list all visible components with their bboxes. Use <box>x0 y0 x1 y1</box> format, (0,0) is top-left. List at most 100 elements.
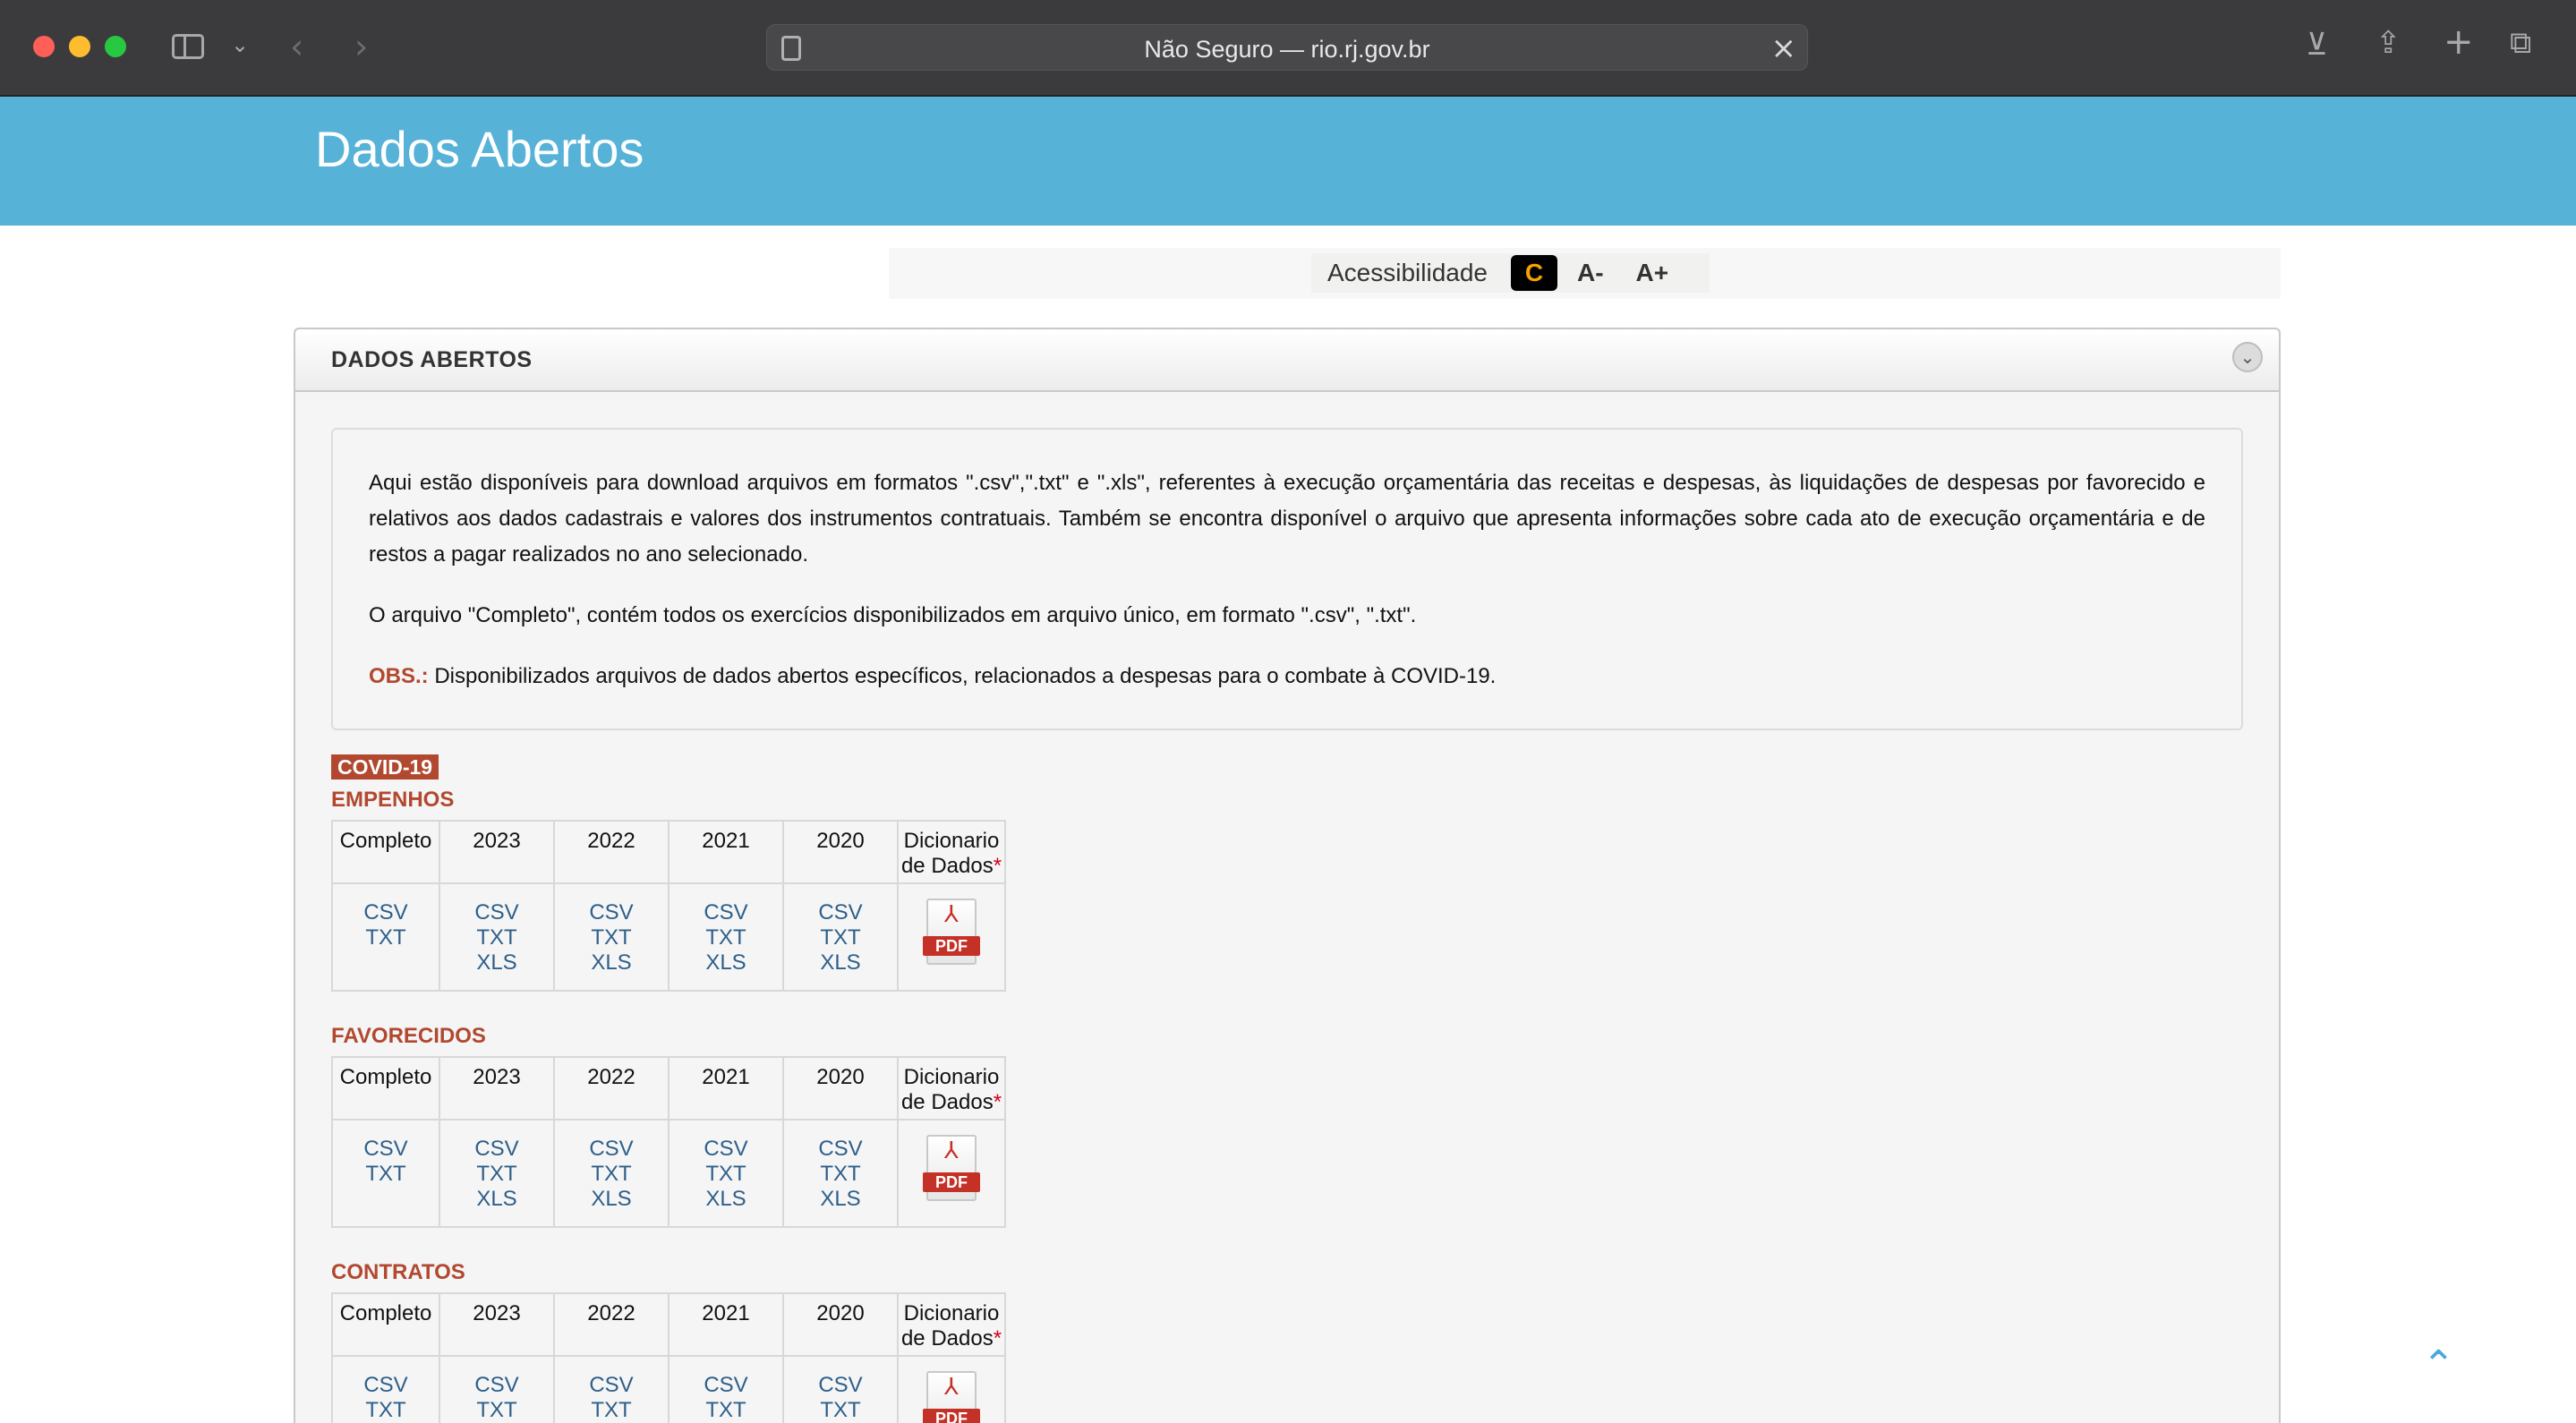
covid-badge: COVID-19 <box>331 754 439 780</box>
header-dictionary-line2: de Dados <box>900 1090 994 1114</box>
xls-link[interactable]: XLS <box>440 950 553 976</box>
csv-link[interactable]: CSV <box>670 1137 782 1162</box>
font-increase-button[interactable]: A+ <box>1636 259 1669 287</box>
csv-link[interactable]: CSV <box>670 1373 782 1398</box>
csv-link[interactable]: CSV <box>440 900 553 925</box>
contrast-button[interactable]: C <box>1511 255 1557 291</box>
close-icon[interactable]: × <box>1771 30 1797 66</box>
acrobat-icon: ⅄ <box>944 1374 959 1401</box>
cell-2023: CSV TXT XLS <box>439 882 555 992</box>
table-row: CSV TXT CSV TXT XLS CSV TXT XLS CSV TXT … <box>331 1355 1006 1423</box>
txt-link[interactable]: TXT <box>784 925 897 950</box>
header-2022: 2022 <box>553 1056 670 1121</box>
txt-link[interactable]: TXT <box>555 1162 668 1187</box>
csv-link[interactable]: CSV <box>784 900 897 925</box>
txt-link[interactable]: TXT <box>440 1162 553 1187</box>
xls-link[interactable]: XLS <box>670 1187 782 1212</box>
pdf-icon[interactable]: ⅄ PDF <box>923 1135 980 1203</box>
xls-link[interactable]: XLS <box>784 1187 897 1212</box>
accessibility-label: Acessibilidade <box>1327 259 1488 286</box>
sidebar-icon[interactable] <box>172 34 204 59</box>
screen: ⌄ ‹ › Não Seguro — rio.rj.gov.br × ⊻ ⇪ +… <box>0 0 2576 1423</box>
pdf-label: PDF <box>923 936 980 956</box>
header-2020: 2020 <box>782 1292 899 1357</box>
font-decrease-button[interactable]: A- <box>1577 259 1604 287</box>
download-icon[interactable]: ⊻ <box>2306 27 2328 63</box>
txt-link[interactable]: TXT <box>670 1398 782 1423</box>
header-complete: Completo <box>331 820 440 884</box>
txt-link[interactable]: TXT <box>784 1162 897 1187</box>
header-2022: 2022 <box>553 820 670 884</box>
csv-link[interactable]: CSV <box>670 900 782 925</box>
intro-box: Aqui estão disponíveis para download arq… <box>331 428 2243 730</box>
cell-2020: CSV TXT XLS <box>782 882 899 992</box>
scroll-to-top-icon[interactable]: ⌃ <box>2422 1342 2455 1388</box>
header-2023: 2023 <box>439 1292 555 1357</box>
cell-2023: CSV TXT XLS <box>439 1119 555 1228</box>
back-icon[interactable]: ‹ <box>290 27 303 66</box>
csv-link[interactable]: CSV <box>440 1137 553 1162</box>
txt-link[interactable]: TXT <box>333 1162 439 1187</box>
cell-2022: CSV TXT XLS <box>553 1355 670 1423</box>
section-title-favorecidos: FAVORECIDOS <box>331 1024 486 1048</box>
chevron-down-icon[interactable]: ⌄ <box>231 32 249 57</box>
panel-title: DADOS ABERTOS <box>331 347 533 372</box>
xls-link[interactable]: XLS <box>555 950 668 976</box>
cell-dictionary: ⅄ PDF <box>897 1119 1006 1228</box>
pdf-label: PDF <box>923 1172 980 1192</box>
txt-link[interactable]: TXT <box>555 925 668 950</box>
csv-link[interactable]: CSV <box>333 1137 439 1162</box>
csv-link[interactable]: CSV <box>440 1373 553 1398</box>
empenhos-table: Completo 2023 2022 2021 2020 Dicionario d… <box>331 820 1006 992</box>
obs-text: Disponibilizados arquivos de dados abert… <box>428 664 1497 688</box>
address-bar[interactable]: Não Seguro — rio.rj.gov.br × <box>766 24 1808 71</box>
collapse-toggle-icon[interactable]: ⌄ <box>2232 342 2263 372</box>
close-window-button[interactable] <box>33 36 55 57</box>
xls-link[interactable]: XLS <box>670 950 782 976</box>
minimize-window-button[interactable] <box>69 36 90 57</box>
csv-link[interactable]: CSV <box>555 1373 668 1398</box>
xls-link[interactable]: XLS <box>440 1187 553 1212</box>
header-dictionary-line2: de Dados <box>900 854 994 878</box>
obs-label: OBS.: <box>369 664 429 688</box>
txt-link[interactable]: TXT <box>440 925 553 950</box>
xls-link[interactable]: XLS <box>555 1187 668 1212</box>
txt-link[interactable]: TXT <box>670 1162 782 1187</box>
txt-link[interactable]: TXT <box>333 925 439 950</box>
txt-link[interactable]: TXT <box>440 1398 553 1423</box>
required-mark: * <box>993 1090 1002 1114</box>
csv-link[interactable]: CSV <box>333 900 439 925</box>
table-header-row: Completo 2023 2022 2021 2020 Dicionario d… <box>331 1292 1006 1357</box>
acrobat-icon: ⅄ <box>944 901 959 928</box>
csv-link[interactable]: CSV <box>555 1137 668 1162</box>
tab-overview-icon[interactable]: ⧉ <box>2510 25 2531 61</box>
csv-link[interactable]: CSV <box>333 1373 439 1398</box>
header-dictionary-line1: Dicionario <box>903 829 1000 853</box>
pdf-label: PDF <box>923 1409 980 1423</box>
obs-note: OBS.: Disponibilizados arquivos de dados… <box>369 659 2205 694</box>
pdf-icon[interactable]: ⅄ PDF <box>923 899 980 967</box>
url-text: Não Seguro — rio.rj.gov.br <box>1144 36 1430 63</box>
cell-dictionary: ⅄ PDF <box>897 1355 1006 1423</box>
acrobat-icon: ⅄ <box>944 1138 959 1164</box>
csv-link[interactable]: CSV <box>784 1373 897 1398</box>
txt-link[interactable]: TXT <box>555 1398 668 1423</box>
complete-file-note: O arquivo "Completo", contém todos os ex… <box>369 603 1417 627</box>
csv-link[interactable]: CSV <box>555 900 668 925</box>
share-icon[interactable]: ⇪ <box>2376 25 2401 61</box>
header-2021: 2021 <box>668 1056 784 1121</box>
txt-link[interactable]: TXT <box>333 1398 439 1423</box>
xls-link[interactable]: XLS <box>784 950 897 976</box>
forward-icon[interactable]: › <box>354 27 368 66</box>
site-title[interactable]: Dados Abertos <box>315 120 644 178</box>
csv-link[interactable]: CSV <box>784 1137 897 1162</box>
panel-heading[interactable]: DADOS ABERTOS ⌄ <box>295 329 2279 392</box>
zoom-window-button[interactable] <box>105 36 126 57</box>
header-2021: 2021 <box>668 1292 784 1357</box>
cell-complete: CSV TXT <box>331 1355 440 1423</box>
txt-link[interactable]: TXT <box>670 925 782 950</box>
txt-link[interactable]: TXT <box>784 1398 897 1423</box>
pdf-icon[interactable]: ⅄ PDF <box>923 1371 980 1423</box>
section-title-contratos: CONTRATOS <box>331 1260 465 1284</box>
new-tab-icon[interactable]: + <box>2444 21 2474 63</box>
